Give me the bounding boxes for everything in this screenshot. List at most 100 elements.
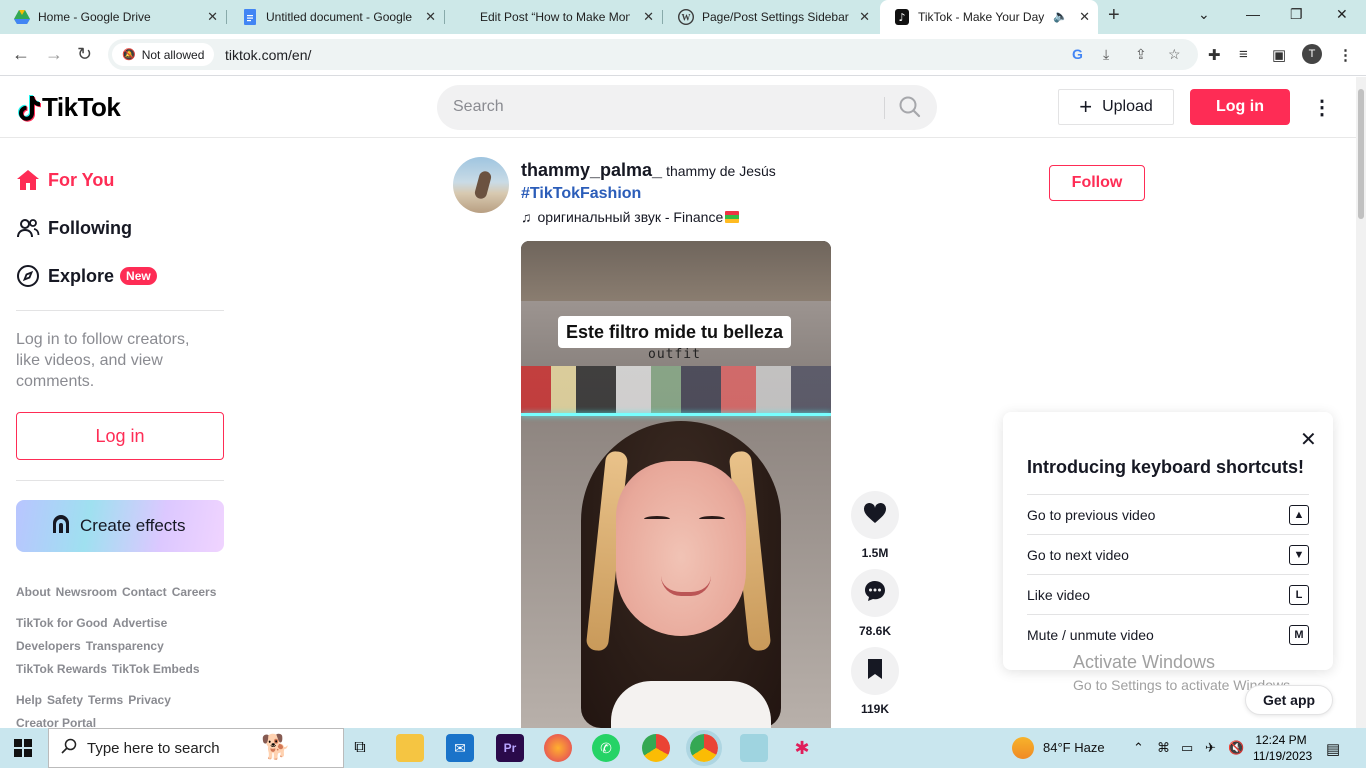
reload-button[interactable]: ↻: [77, 44, 92, 65]
share-icon[interactable]: ⇪: [1135, 46, 1147, 63]
tab-search-icon[interactable]: ⌄: [1198, 6, 1210, 23]
sidebar-item-explore[interactable]: Explore New: [16, 260, 157, 292]
footer-link[interactable]: About: [16, 585, 51, 599]
footer-link[interactable]: Transparency: [86, 639, 164, 653]
media-control-icon[interactable]: ≡: [1239, 46, 1248, 63]
books-emoji-icon: [725, 211, 740, 223]
taskbar-search-box[interactable]: Type here to search 🐕: [48, 728, 344, 768]
notifications-blocked-icon: 🔕: [122, 49, 136, 61]
airplane-mode-icon[interactable]: ✈: [1205, 740, 1216, 756]
comment-button[interactable]: [851, 569, 899, 617]
post-music[interactable]: ♫ оригинальный звук - Finance: [521, 209, 740, 225]
minimize-button[interactable]: —: [1246, 6, 1260, 22]
footer-link[interactable]: TikTok Embeds: [112, 662, 200, 676]
arrow-down-key-icon: ▼: [1289, 544, 1309, 565]
header-login-button[interactable]: Log in: [1190, 89, 1290, 125]
footer-link[interactable]: TikTok Rewards: [16, 662, 107, 676]
system-clock[interactable]: 12:24 PM 11/19/2023: [1253, 732, 1312, 764]
address-bar[interactable]: 🔕 Not allowed tiktok.com/en/ G ⤓ ⇪ ☆: [108, 39, 1198, 70]
post-author[interactable]: thammy_palma_ thammy de Jesús: [521, 160, 776, 181]
username[interactable]: thammy_palma_: [521, 160, 662, 180]
close-tab-icon[interactable]: ✕: [859, 9, 870, 25]
new-tab-button[interactable]: +: [1108, 4, 1120, 27]
follow-button[interactable]: Follow: [1049, 165, 1145, 201]
sidebar-login-button[interactable]: Log in: [16, 412, 224, 460]
footer-link[interactable]: Advertise: [113, 616, 168, 630]
sidebar-item-following[interactable]: Following: [16, 212, 132, 244]
page-scrollbar[interactable]: [1356, 77, 1366, 728]
tab-google-docs[interactable]: Untitled document - Google Docs ✕: [228, 0, 444, 34]
windows-start-icon[interactable]: [14, 739, 32, 762]
footer-links-row-5: Help Safety Terms Privacy: [16, 693, 176, 707]
restore-button[interactable]: ❐: [1290, 6, 1303, 23]
premiere-pro-icon[interactable]: Pr: [496, 734, 524, 762]
search-icon[interactable]: [898, 95, 922, 124]
volume-muted-icon[interactable]: 🔇: [1228, 740, 1244, 756]
file-explorer-icon[interactable]: [396, 734, 424, 762]
get-app-button[interactable]: Get app: [1245, 685, 1333, 715]
chrome-icon[interactable]: [642, 734, 670, 762]
mail-icon[interactable]: ✉: [446, 734, 474, 762]
browser-menu-icon[interactable]: ⋮: [1338, 46, 1353, 64]
footer-link[interactable]: Privacy: [128, 693, 171, 707]
show-hidden-icons[interactable]: ⌃: [1133, 740, 1144, 756]
footer-link[interactable]: Safety: [47, 693, 83, 707]
meet-now-icon[interactable]: ⌘: [1157, 740, 1170, 756]
footer-link[interactable]: Developers: [16, 639, 81, 653]
upload-button[interactable]: + Upload: [1058, 89, 1174, 125]
footer-link[interactable]: Help: [16, 693, 42, 707]
site-permission-chip[interactable]: 🔕 Not allowed: [112, 43, 214, 66]
footer-link[interactable]: Careers: [172, 585, 217, 599]
search-input[interactable]: [453, 96, 873, 118]
extensions-icon[interactable]: ✚: [1208, 46, 1221, 64]
firefox-icon[interactable]: [544, 734, 572, 762]
speaker-icon[interactable]: 🔈: [1053, 9, 1068, 23]
create-effects-button[interactable]: Create effects: [16, 500, 224, 552]
side-panel-icon[interactable]: ▣: [1272, 46, 1286, 64]
post-hashtag[interactable]: #TikTokFashion: [521, 185, 641, 203]
footer-link[interactable]: Newsroom: [56, 585, 117, 599]
more-menu-icon[interactable]: ⋮: [1312, 95, 1332, 120]
video-player[interactable]: Este filtro mide tu belleza outfit: [521, 241, 831, 728]
chrome-profile-icon[interactable]: [686, 730, 722, 766]
task-view-icon[interactable]: ⧉: [346, 734, 374, 762]
google-lens-icon[interactable]: G: [1072, 46, 1083, 62]
search-bar[interactable]: [437, 85, 937, 130]
weather-text[interactable]: 84°F Haze: [1043, 740, 1105, 755]
whatsapp-icon[interactable]: ✆: [592, 734, 620, 762]
bookmark-star-icon[interactable]: ☆: [1168, 46, 1181, 63]
like-button[interactable]: [851, 491, 899, 539]
back-button[interactable]: ←: [12, 44, 30, 65]
footer-link[interactable]: Terms: [88, 693, 123, 707]
sidebar-item-for-you[interactable]: For You: [16, 164, 114, 196]
footer-link[interactable]: TikTok for Good: [16, 616, 108, 630]
close-tab-icon[interactable]: ✕: [643, 9, 654, 25]
forward-button[interactable]: →: [45, 44, 63, 65]
browser-toolbar: ← → ↻ 🔕 Not allowed tiktok.com/en/ G ⤓ ⇪…: [0, 34, 1366, 76]
slack-icon[interactable]: ✱: [788, 734, 816, 762]
shortcuts-title: Introducing keyboard shortcuts!: [1027, 457, 1305, 477]
tiktok-logo[interactable]: TikTok: [16, 92, 121, 123]
notepad-icon[interactable]: [740, 734, 768, 762]
profile-avatar[interactable]: T: [1302, 44, 1322, 64]
new-badge: New: [120, 267, 157, 285]
close-window-button[interactable]: ✕: [1336, 6, 1348, 23]
search-highlight-icon: 🐕: [261, 734, 291, 761]
creator-avatar[interactable]: [453, 157, 509, 213]
tab-google-drive[interactable]: Home - Google Drive ✕: [0, 0, 226, 34]
install-icon[interactable]: ⤓: [1103, 46, 1109, 63]
footer-link[interactable]: Contact: [122, 585, 167, 599]
close-tab-icon[interactable]: ✕: [425, 9, 436, 25]
close-tab-icon[interactable]: ✕: [1079, 9, 1090, 25]
comment-icon: [863, 579, 887, 608]
tab-tiktok[interactable]: ♪ TikTok - Make Your Day 🔈 ✕: [880, 0, 1098, 34]
notifications-icon[interactable]: ▤: [1326, 740, 1340, 758]
tab-edit-post[interactable]: Edit Post “How to Make Money” ✕: [446, 0, 662, 34]
close-tab-icon[interactable]: ✕: [207, 9, 218, 25]
battery-icon[interactable]: ▭: [1181, 740, 1193, 756]
close-icon[interactable]: ✕: [1300, 427, 1317, 452]
save-button[interactable]: [851, 647, 899, 695]
save-count: 119K: [860, 702, 890, 716]
shortcut-row: Go to previous video ▲: [1027, 494, 1309, 534]
tab-page-post-settings[interactable]: W Page/Post Settings Sidebar ✕: [664, 0, 878, 34]
